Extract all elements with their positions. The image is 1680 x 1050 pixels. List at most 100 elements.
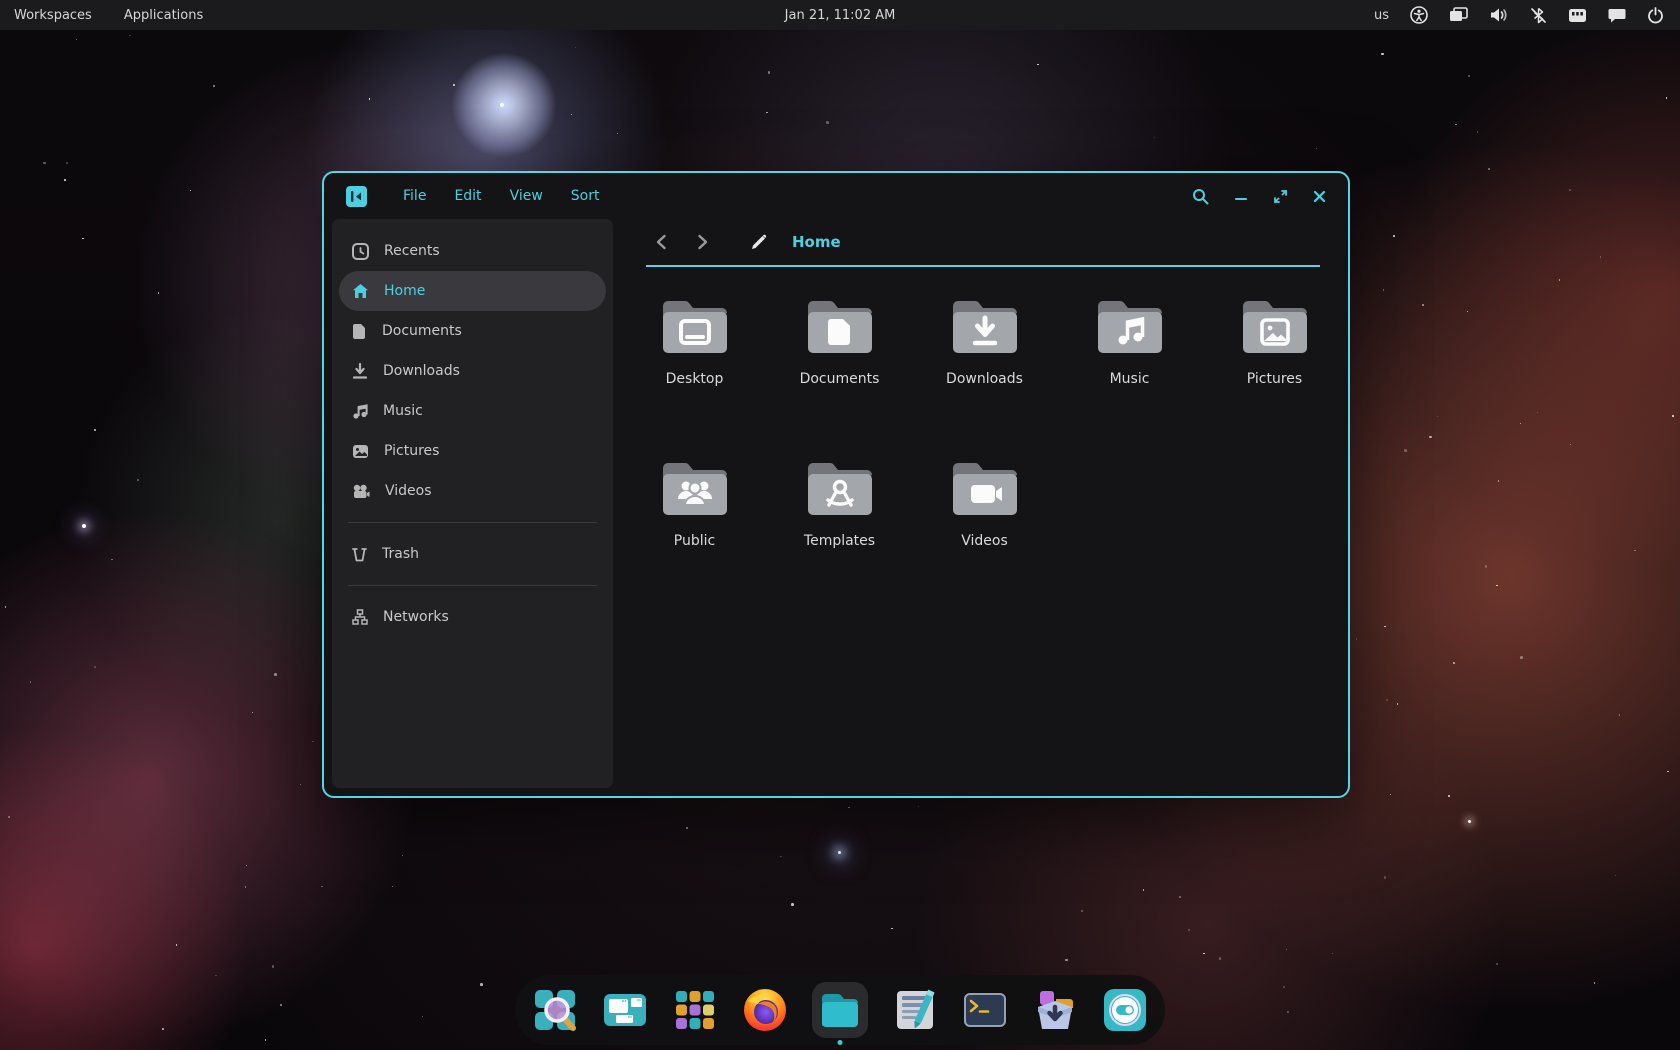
- sidebar-label: Videos: [385, 483, 432, 499]
- menu-edit[interactable]: Edit: [454, 188, 481, 204]
- sidebar-separator: [348, 585, 597, 586]
- folder-pictures[interactable]: Pictures: [1202, 277, 1347, 439]
- keyboard-layout-indicator[interactable]: us: [1374, 8, 1389, 23]
- network-tree-icon: [352, 609, 368, 625]
- close-icon[interactable]: [1313, 190, 1326, 203]
- folder-label: Videos: [961, 533, 1008, 549]
- titlebar: File Edit View Sort: [324, 173, 1348, 219]
- bright-star: [838, 851, 841, 854]
- accessibility-icon[interactable]: [1410, 6, 1428, 24]
- network-port-icon[interactable]: [1568, 8, 1587, 23]
- workspaces-menu[interactable]: Workspaces: [14, 8, 92, 23]
- folder-icon: [1242, 301, 1307, 353]
- dock-files[interactable]: [812, 982, 868, 1045]
- dock-terminal[interactable]: [962, 987, 1008, 1033]
- dock-app-finder[interactable]: [532, 987, 578, 1033]
- folder-documents[interactable]: Documents: [767, 277, 912, 439]
- dock: [515, 975, 1165, 1045]
- sidebar-item-downloads[interactable]: Downloads: [332, 351, 613, 391]
- picture-icon: [353, 444, 368, 458]
- dock-app-grid[interactable]: [672, 987, 718, 1033]
- minimize-icon[interactable]: [1234, 189, 1248, 203]
- file-view: Home Desktop Documents Downloads Music P…: [620, 219, 1336, 788]
- folder-videos[interactable]: Videos: [912, 439, 1057, 601]
- bright-star: [1468, 820, 1471, 823]
- file-manager-window: File Edit View Sort Recents Home Documen…: [322, 171, 1350, 798]
- clock[interactable]: Jan 21, 11:02 AM: [785, 8, 896, 23]
- app-grid-icon: [676, 991, 714, 1029]
- sidebar-label: Documents: [382, 323, 462, 339]
- folder-templates[interactable]: Templates: [767, 439, 912, 601]
- folder-public[interactable]: Public: [622, 439, 767, 601]
- sidebar-item-networks[interactable]: Networks: [332, 597, 613, 637]
- app-finder-icon: [535, 990, 576, 1031]
- sidebar-item-pictures[interactable]: Pictures: [332, 431, 613, 471]
- dock-software-installer[interactable]: [1032, 987, 1078, 1033]
- applications-menu[interactable]: Applications: [124, 8, 203, 23]
- sidebar-item-documents[interactable]: Documents: [332, 311, 613, 351]
- folder-label: Downloads: [946, 371, 1023, 387]
- sidebar-item-home[interactable]: Home: [339, 271, 606, 311]
- recents-icon: [352, 242, 369, 260]
- current-location-label[interactable]: Home: [792, 233, 841, 251]
- search-icon[interactable]: [1192, 188, 1209, 205]
- workspace-overview-icon: [604, 994, 646, 1026]
- sidebar-label: Music: [383, 403, 423, 419]
- volume-icon[interactable]: [1490, 7, 1509, 23]
- sidebar-item-recents[interactable]: Recents: [332, 231, 613, 271]
- dock-firefox[interactable]: [742, 987, 788, 1033]
- dock-workspace-overview[interactable]: [602, 987, 648, 1033]
- bright-star: [500, 103, 504, 107]
- folder-label: Templates: [803, 533, 876, 549]
- sidebar-item-trash[interactable]: Trash: [332, 534, 613, 574]
- folder-icon: [1097, 301, 1162, 353]
- folder-label: Public: [673, 533, 716, 549]
- document-icon: [353, 323, 365, 339]
- folder-icon: [952, 463, 1017, 515]
- chat-icon[interactable]: [1608, 8, 1626, 23]
- sidebar: Recents Home Documents Downloads Music P…: [332, 219, 613, 788]
- app-menu-icon[interactable]: [346, 185, 367, 207]
- software-installer-icon: [1038, 991, 1073, 1029]
- trash-icon: [352, 548, 367, 562]
- bright-star: [82, 524, 86, 528]
- folder-music[interactable]: Music: [1057, 277, 1202, 439]
- terminal-icon: [964, 993, 1006, 1027]
- sidebar-label: Trash: [382, 546, 419, 562]
- menu-view[interactable]: View: [510, 188, 543, 204]
- sidebar-label: Networks: [383, 609, 449, 625]
- dock-settings-toggles[interactable]: [1102, 987, 1148, 1033]
- forward-icon[interactable]: [688, 234, 718, 250]
- dock-text-editor[interactable]: [892, 987, 938, 1033]
- sidebar-separator: [348, 522, 597, 523]
- displays-icon[interactable]: [1449, 7, 1469, 23]
- maximize-icon[interactable]: [1273, 189, 1288, 204]
- folder-icon: [807, 463, 872, 515]
- firefox-icon: [744, 989, 786, 1031]
- folder-grid: Desktop Documents Downloads Music Pictur…: [622, 277, 1347, 601]
- folder-icon: [662, 463, 727, 515]
- sidebar-item-music[interactable]: Music: [332, 391, 613, 431]
- back-icon[interactable]: [646, 234, 676, 250]
- folder-label: Desktop: [665, 371, 724, 387]
- menu-file[interactable]: File: [403, 188, 426, 204]
- video-icon: [353, 484, 370, 498]
- pathbar: Home: [646, 219, 1320, 267]
- folder-icon: [952, 301, 1017, 353]
- sidebar-label: Downloads: [383, 363, 460, 379]
- sidebar-label: Recents: [384, 243, 440, 259]
- menu-sort[interactable]: Sort: [571, 188, 600, 204]
- folder-label: Music: [1109, 371, 1150, 387]
- music-icon: [353, 403, 368, 419]
- power-icon[interactable]: [1647, 6, 1664, 24]
- folder-icon: [807, 301, 872, 353]
- download-icon: [352, 362, 368, 379]
- folder-downloads[interactable]: Downloads: [912, 277, 1057, 439]
- edit-path-icon[interactable]: [744, 233, 774, 251]
- text-editor-icon: [897, 989, 935, 1029]
- folder-desktop[interactable]: Desktop: [622, 277, 767, 439]
- sidebar-item-videos[interactable]: Videos: [332, 471, 613, 511]
- folder-label: Pictures: [1246, 371, 1303, 387]
- bluetooth-disabled-icon[interactable]: [1530, 7, 1547, 24]
- folder-icon: [662, 301, 727, 353]
